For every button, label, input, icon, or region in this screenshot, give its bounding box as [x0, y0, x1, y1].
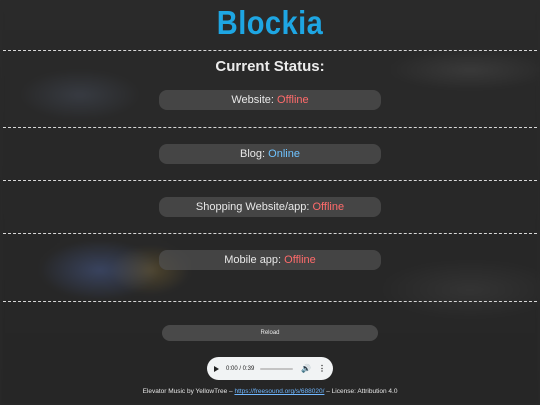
freesound-link[interactable]: https://freesound.org/s/688020/ [234, 388, 324, 395]
footer-credit: Elevator Music by YellowTree – https://f… [0, 388, 540, 395]
status-label: Website: [231, 94, 278, 106]
status-label: Blog: [240, 148, 269, 160]
footer-suffix: – License: Attribution 4.0 [324, 388, 398, 395]
divider [3, 233, 537, 234]
audio-progress-track[interactable] [260, 367, 294, 370]
status-value: Offline [284, 254, 316, 266]
divider [3, 180, 537, 181]
reload-button[interactable]: Reload [162, 325, 378, 341]
status-heading: Current Status: [215, 58, 325, 75]
divider [3, 127, 537, 128]
divider [3, 50, 537, 51]
status-label: Shopping Website/app: [195, 201, 313, 213]
more-options-icon[interactable]: ⋮ [318, 364, 326, 373]
status-item-blog: Blog: Online [159, 144, 381, 164]
divider [3, 301, 537, 302]
page: Blockia Current Status: Website: Offline… [0, 0, 540, 405]
status-label: Mobile app: [224, 254, 285, 266]
status-value: Offline [277, 94, 309, 106]
audio-time: 0:00 / 0:39 [226, 365, 255, 372]
volume-icon[interactable]: 🔊 [301, 364, 311, 373]
audio-player: 0:00 / 0:39 🔊 ⋮ [207, 357, 333, 380]
status-item-shopping: Shopping Website/app: Offline [159, 197, 381, 217]
footer-prefix: Elevator Music by YellowTree – [142, 388, 235, 395]
status-value: Offline [312, 201, 345, 213]
status-item-website: Website: Offline [159, 90, 381, 110]
status-item-mobile-app: Mobile app: Offline [159, 250, 381, 270]
site-logo: Blockia [216, 4, 324, 41]
play-icon[interactable] [214, 365, 219, 372]
status-value: Online [268, 148, 300, 160]
